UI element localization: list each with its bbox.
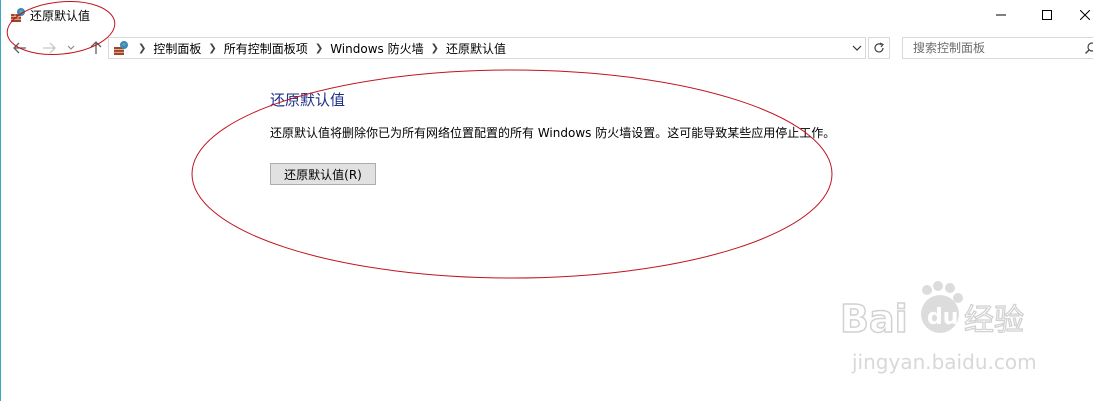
title-bar: 还原默认值: [0, 0, 1093, 32]
address-box[interactable]: ❯ 控制面板 ❯ 所有控制面板项 ❯ Windows 防火墙 ❯ 还原默认值: [108, 37, 866, 59]
refresh-button[interactable]: [868, 37, 890, 59]
svg-text:du: du: [927, 305, 958, 330]
maximize-icon: [1042, 10, 1052, 20]
firewall-icon: [11, 8, 25, 22]
recent-locations-button[interactable]: [66, 40, 76, 56]
search-icon[interactable]: [1084, 41, 1093, 55]
forward-button[interactable]: [41, 40, 57, 56]
breadcrumb-control-panel[interactable]: 控制面板: [153, 40, 201, 57]
watermark-url: jingyan.baidu.com: [852, 350, 1037, 374]
maximize-button[interactable]: [1024, 0, 1070, 30]
baidu-logo: Bai du 经验: [840, 281, 1025, 342]
restore-defaults-button[interactable]: 还原默认值(R): [270, 163, 376, 185]
arrow-up-icon: [90, 41, 102, 54]
arrow-left-icon: [13, 42, 26, 54]
baidu-watermark: Bai du 经验 jingyan.baidu.com: [840, 280, 1040, 380]
breadcrumb-all-items[interactable]: 所有控制面板项: [224, 40, 308, 57]
navigation-bar: ❯ 控制面板 ❯ 所有控制面板项 ❯ Windows 防火墙 ❯ 还原默认值: [0, 35, 1093, 61]
breadcrumb-windows-firewall[interactable]: Windows 防火墙: [330, 40, 423, 57]
window-title: 还原默认值: [30, 9, 91, 23]
page-title: 还原默认值: [270, 91, 346, 109]
arrow-right-icon: [43, 42, 56, 54]
breadcrumb-restore-defaults[interactable]: 还原默认值: [446, 40, 506, 57]
chevron-right-icon[interactable]: ❯: [138, 43, 146, 54]
description-text: 还原默认值将删除你已为所有网络位置配置的所有 Windows 防火墙设置。这可能…: [270, 126, 836, 140]
minimize-button[interactable]: [978, 0, 1024, 30]
chevron-right-icon[interactable]: ❯: [315, 43, 323, 54]
svg-text:Bai: Bai: [840, 297, 908, 341]
up-button[interactable]: [88, 40, 104, 56]
refresh-icon: [874, 42, 884, 53]
chevron-down-icon: [67, 45, 75, 50]
firewall-icon: [114, 41, 128, 55]
search-input[interactable]: [903, 38, 1088, 58]
close-button[interactable]: [1070, 0, 1093, 30]
chevron-right-icon[interactable]: ❯: [208, 43, 216, 54]
search-box[interactable]: [902, 37, 1093, 59]
breadcrumb: ❯ 控制面板 ❯ 所有控制面板项 ❯ Windows 防火墙 ❯ 还原默认值: [131, 38, 506, 58]
back-button[interactable]: [12, 40, 28, 56]
minimize-icon: [996, 14, 1006, 16]
chevron-down-icon[interactable]: [851, 42, 863, 54]
chevron-right-icon[interactable]: ❯: [431, 43, 439, 54]
close-icon: [1080, 10, 1090, 20]
svg-text:经验: 经验: [964, 303, 1024, 338]
